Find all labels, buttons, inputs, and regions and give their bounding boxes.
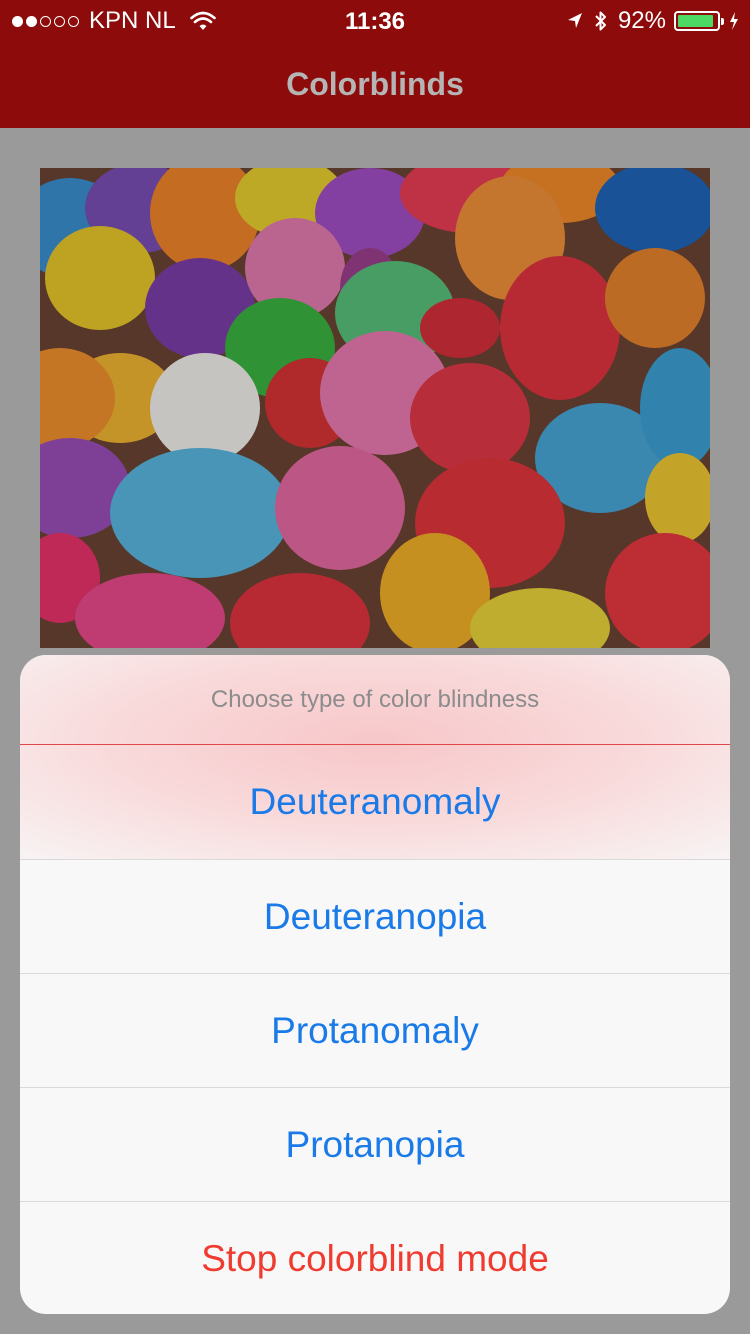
- balloons-image: [40, 168, 710, 648]
- battery-level: [678, 15, 713, 27]
- option-protanopia[interactable]: Protanopia: [20, 1087, 730, 1201]
- charging-bolt-icon: [730, 12, 738, 30]
- status-right: 92%: [566, 7, 740, 34]
- battery-tip: [721, 18, 724, 25]
- location-arrow-icon: [567, 13, 582, 28]
- action-sheet-header: Choose type of color blindness: [20, 655, 730, 745]
- page-title: Colorblinds: [286, 65, 464, 102]
- status-bar: KPN NL 11:36 92%: [0, 0, 750, 40]
- option-deuteranomaly[interactable]: Deuteranomaly: [20, 745, 730, 859]
- battery-percent: 92%: [617, 7, 666, 34]
- stop-colorblind-mode-button[interactable]: Stop colorblind mode: [20, 1201, 730, 1314]
- option-protanomaly[interactable]: Protanomaly: [20, 973, 730, 1087]
- balloons-photo: [40, 168, 710, 648]
- battery-icon: [674, 11, 724, 31]
- action-sheet-title: Choose type of color blindness: [210, 685, 540, 713]
- bluetooth-icon: [595, 11, 606, 31]
- color-blindness-action-sheet: Choose type of color blindness Deuterano…: [20, 655, 730, 1314]
- option-deuteranopia[interactable]: Deuteranopia: [20, 859, 730, 973]
- navigation-bar: Colorblinds: [0, 40, 750, 128]
